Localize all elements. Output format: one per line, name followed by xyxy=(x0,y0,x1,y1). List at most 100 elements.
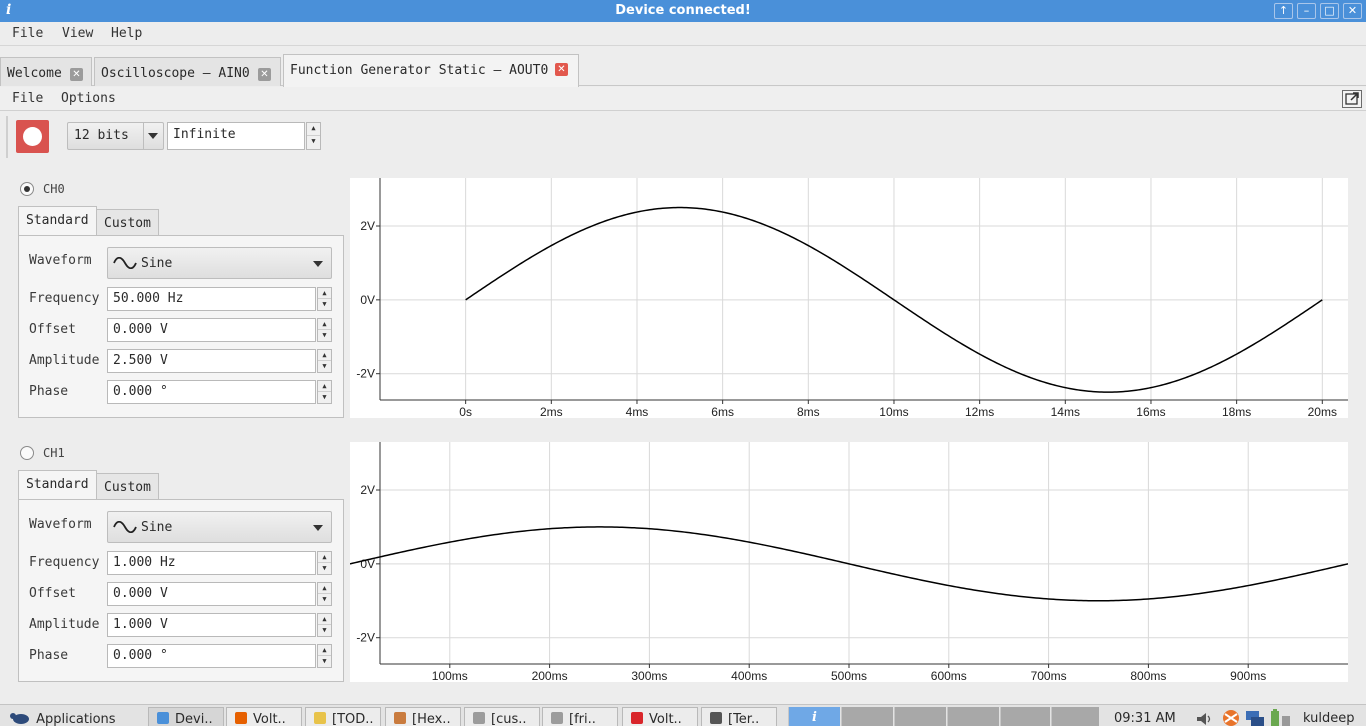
tab-function-generator[interactable]: Function Generator Static – AOUT0 ✕ xyxy=(283,54,579,87)
workspace-2[interactable] xyxy=(841,707,893,726)
y-tick-label: 2V xyxy=(360,219,375,233)
ch1-phase-stepper[interactable]: ▲ ▼ xyxy=(317,644,332,668)
user-name[interactable]: kuldeep xyxy=(1303,711,1354,726)
ch0-phase-stepper[interactable]: ▲ ▼ xyxy=(317,380,332,404)
amplitude-label: Amplitude xyxy=(29,617,100,632)
document-tabs: Welcome ✕ Oscilloscope – AIN0 ✕ Function… xyxy=(0,53,1366,87)
x-tick-label: 700ms xyxy=(1031,669,1067,682)
workspace-5[interactable] xyxy=(1000,707,1050,726)
toolbar: 12 bits Infinite ▲ ▼ xyxy=(0,112,1366,160)
workspace-6[interactable] xyxy=(1051,707,1099,726)
window-close-button[interactable]: ✕ xyxy=(1343,3,1362,19)
x-tick-label: 20ms xyxy=(1308,405,1337,418)
combo-divider xyxy=(143,123,144,149)
app-icon xyxy=(235,712,247,724)
app-icon xyxy=(394,712,406,724)
ch0-amplitude-input[interactable]: 2.500 V xyxy=(107,349,316,373)
workspace-3[interactable] xyxy=(894,707,946,726)
menu-help[interactable]: Help xyxy=(111,26,142,41)
x-tick-label: 4ms xyxy=(626,405,649,418)
window-raise-button[interactable]: ↑ xyxy=(1274,3,1293,19)
duration-stepper[interactable]: ▲ ▼ xyxy=(306,122,321,150)
offset-label: Offset xyxy=(29,322,76,337)
taskbar-window-2[interactable]: Volt.. xyxy=(226,707,302,726)
record-icon xyxy=(23,127,42,146)
workspace-4[interactable] xyxy=(947,707,999,726)
tab-welcome[interactable]: Welcome ✕ xyxy=(0,57,92,86)
ch1-tab-standard[interactable]: Standard xyxy=(18,470,97,500)
sine-wave-icon xyxy=(113,521,137,533)
ch1-phase-input[interactable]: 0.000 ° xyxy=(107,644,316,668)
taskbar-window-4[interactable]: [Hex.. xyxy=(385,707,461,726)
ch0-offset-stepper[interactable]: ▲ ▼ xyxy=(317,318,332,342)
popout-button[interactable] xyxy=(1342,90,1362,108)
taskbar-window-label: [fri.. xyxy=(569,712,596,726)
menu-file[interactable]: File xyxy=(12,26,43,41)
x-tick-label: 200ms xyxy=(532,669,568,682)
ch0-tab-custom[interactable]: Custom xyxy=(96,209,159,237)
menu-options[interactable]: Options xyxy=(61,91,116,106)
menu-view[interactable]: View xyxy=(62,26,93,41)
ch1-amplitude-input[interactable]: 1.000 V xyxy=(107,613,316,637)
ch1-tab-custom[interactable]: Custom xyxy=(96,473,159,501)
ch1-frequency-stepper[interactable]: ▲ ▼ xyxy=(317,551,332,575)
ch0-waveform-select[interactable]: Sine xyxy=(107,247,332,279)
ch0-phase-input[interactable]: 0.000 ° xyxy=(107,380,316,404)
waveform-value: Sine xyxy=(141,520,173,535)
close-icon[interactable]: ✕ xyxy=(258,68,271,81)
ch1-frequency-input[interactable]: 1.000 Hz xyxy=(107,551,316,575)
taskbar-window-7[interactable]: Volt.. xyxy=(622,707,698,726)
ch0-amplitude-stepper[interactable]: ▲ ▼ xyxy=(317,349,332,373)
taskbar-window-6[interactable]: [fri.. xyxy=(542,707,618,726)
volume-icon[interactable] xyxy=(1196,712,1212,726)
ch0-label: CH0 xyxy=(43,182,65,196)
update-notifier-icon[interactable] xyxy=(1220,709,1242,726)
network-icon[interactable] xyxy=(1244,709,1266,726)
window-title: Device connected! xyxy=(615,3,751,18)
taskbar-window-1[interactable]: Devi.. xyxy=(148,707,224,726)
taskbar-window-label: Volt.. xyxy=(649,712,682,726)
menu-file[interactable]: File xyxy=(12,91,43,106)
ch0-tab-standard[interactable]: Standard xyxy=(18,206,97,236)
clock[interactable]: 09:31 AM xyxy=(1114,711,1176,726)
workspace-1[interactable]: i xyxy=(788,707,840,726)
ch0-radio[interactable] xyxy=(20,182,34,196)
ch0-frequency-input[interactable]: 50.000 Hz xyxy=(107,287,316,311)
window-minimize-button[interactable]: – xyxy=(1297,3,1316,19)
app-icon xyxy=(157,712,169,724)
app-icon xyxy=(710,712,722,724)
taskbar-window-label: [TOD.. xyxy=(332,712,374,726)
tab-oscilloscope[interactable]: Oscilloscope – AIN0 ✕ xyxy=(94,57,281,86)
ch0-plot-svg: 0s 2ms 4ms 6ms 8ms 10ms 12ms 14ms 16ms 18ms 20ms 2V… xyxy=(356,178,1348,418)
ch1-offset-input[interactable]: 0.000 V xyxy=(107,582,316,606)
ch1-radio[interactable] xyxy=(20,446,34,460)
battery-icon[interactable] xyxy=(1268,708,1292,726)
tab-label: Welcome xyxy=(7,66,62,81)
xfce-mouse-icon xyxy=(10,713,29,724)
ch1-waveform-select[interactable]: Sine xyxy=(107,511,332,543)
app-icon xyxy=(314,712,326,724)
tool-menubar: File Options xyxy=(0,87,1366,111)
x-tick-label: 12ms xyxy=(965,405,994,418)
window-maximize-button[interactable]: □ xyxy=(1320,3,1339,19)
window-titlebar[interactable]: i Device connected! ↑ – □ ✕ xyxy=(0,0,1366,22)
run-stop-button[interactable] xyxy=(16,120,49,153)
taskbar-window-5[interactable]: [cus.. xyxy=(464,707,540,726)
ch1-amplitude-stepper[interactable]: ▲ ▼ xyxy=(317,613,332,637)
taskbar-window-label: [cus.. xyxy=(491,712,527,726)
ch0-offset-input[interactable]: 0.000 V xyxy=(107,318,316,342)
taskbar-window-8[interactable]: [Ter.. xyxy=(701,707,777,726)
taskbar-window-3[interactable]: [TOD.. xyxy=(305,707,381,726)
applications-menu-button[interactable]: Applications xyxy=(4,707,116,726)
resolution-select[interactable]: 12 bits xyxy=(67,122,164,150)
sine-wave-icon xyxy=(113,257,137,269)
x-tick-label: 500ms xyxy=(831,669,867,682)
y-tick-label: 2V xyxy=(360,483,375,497)
ch0-frequency-stepper[interactable]: ▲ ▼ xyxy=(317,287,332,311)
ch1-offset-stepper[interactable]: ▲ ▼ xyxy=(317,582,332,606)
offset-label: Offset xyxy=(29,586,76,601)
duration-input[interactable]: Infinite xyxy=(167,122,305,150)
y-tick-label: -2V xyxy=(356,631,375,645)
close-icon[interactable]: ✕ xyxy=(555,63,568,76)
close-icon[interactable]: ✕ xyxy=(70,68,83,81)
